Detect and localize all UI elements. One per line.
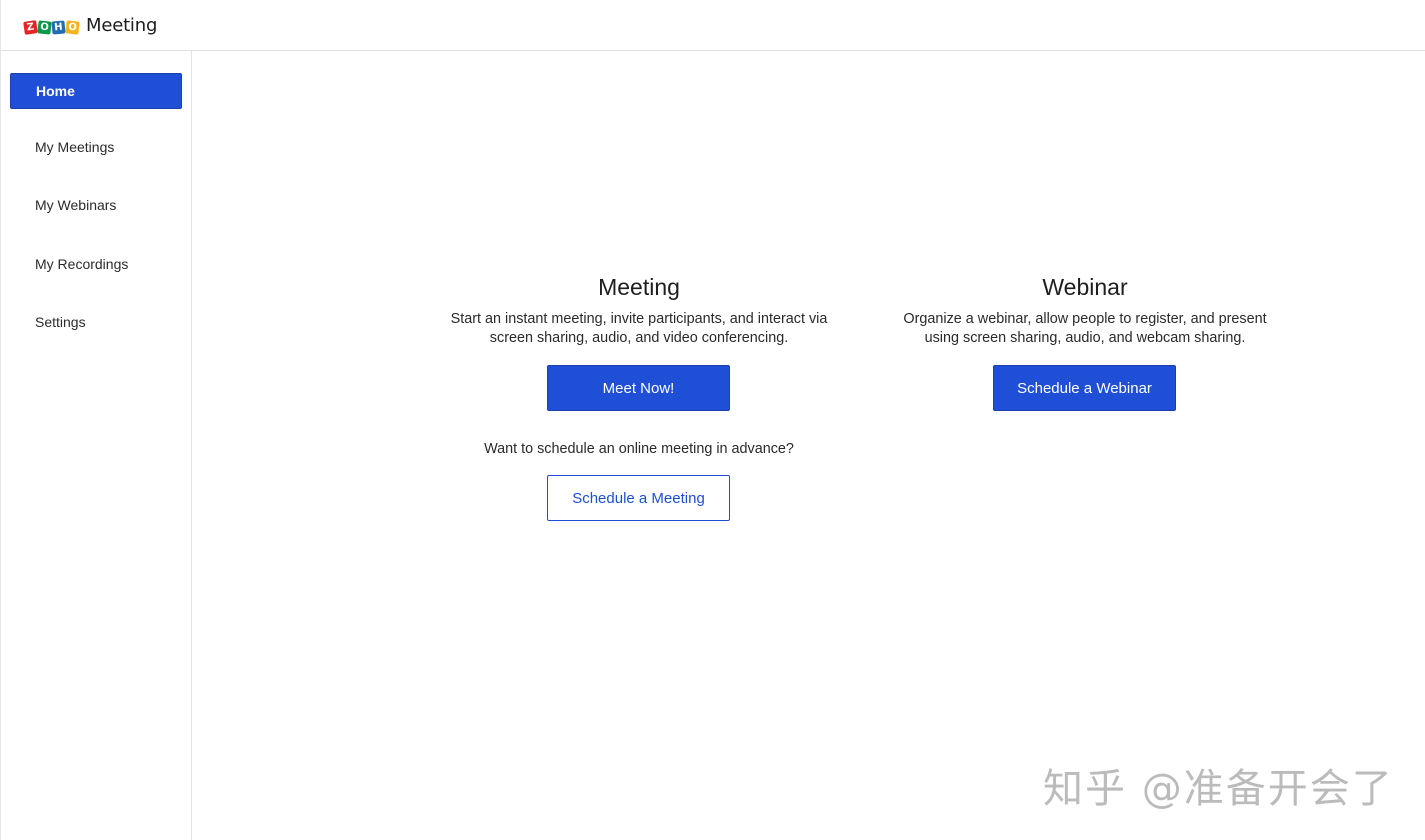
logo-letter: Z — [23, 20, 38, 35]
logo-letter: O — [65, 20, 80, 35]
webinar-description-line: Organize a webinar, allow people to regi… — [903, 311, 1267, 327]
meeting-description: Start an instant meeting, invite partici… — [429, 310, 849, 348]
meeting-description-line: screen sharing, audio, and video confere… — [489, 330, 789, 346]
webinar-title: Webinar — [1042, 274, 1128, 300]
webinar-description-line: using screen sharing, audio, and webcam … — [924, 330, 1246, 346]
zoho-logo[interactable]: Z O H O — [23, 16, 80, 35]
logo-letter: O — [37, 20, 52, 35]
app-header: Z O H O Meeting — [0, 0, 1425, 51]
meeting-section: Meeting Start an instant meeting, invite… — [429, 270, 849, 348]
meet-now-button[interactable]: Meet Now! — [547, 365, 730, 411]
schedule-webinar-button[interactable]: Schedule a Webinar — [993, 365, 1176, 411]
webinar-section: Webinar Organize a webinar, allow people… — [875, 270, 1295, 348]
schedule-meeting-button[interactable]: Schedule a Meeting — [547, 475, 730, 521]
sidebar-item-settings[interactable]: Settings — [10, 304, 182, 340]
meeting-description-line: Start an instant meeting, invite partici… — [450, 311, 828, 327]
watermark: 知乎 @准备开会了 — [1043, 766, 1394, 812]
sidebar-item-my-meetings[interactable]: My Meetings — [10, 129, 182, 165]
meeting-title: Meeting — [598, 274, 680, 300]
webinar-description: Organize a webinar, allow people to regi… — [875, 310, 1295, 348]
sidebar-item-my-recordings[interactable]: My Recordings — [10, 246, 182, 282]
sidebar-nav: Home My Meetings My Webinars My Recordin… — [0, 51, 192, 840]
product-name[interactable]: Meeting — [86, 15, 157, 36]
sidebar-item-home[interactable]: Home — [10, 73, 182, 109]
schedule-advance-prompt: Want to schedule an online meeting in ad… — [484, 441, 794, 457]
sidebar-item-my-webinars[interactable]: My Webinars — [10, 187, 182, 223]
logo-letter: H — [51, 20, 66, 35]
